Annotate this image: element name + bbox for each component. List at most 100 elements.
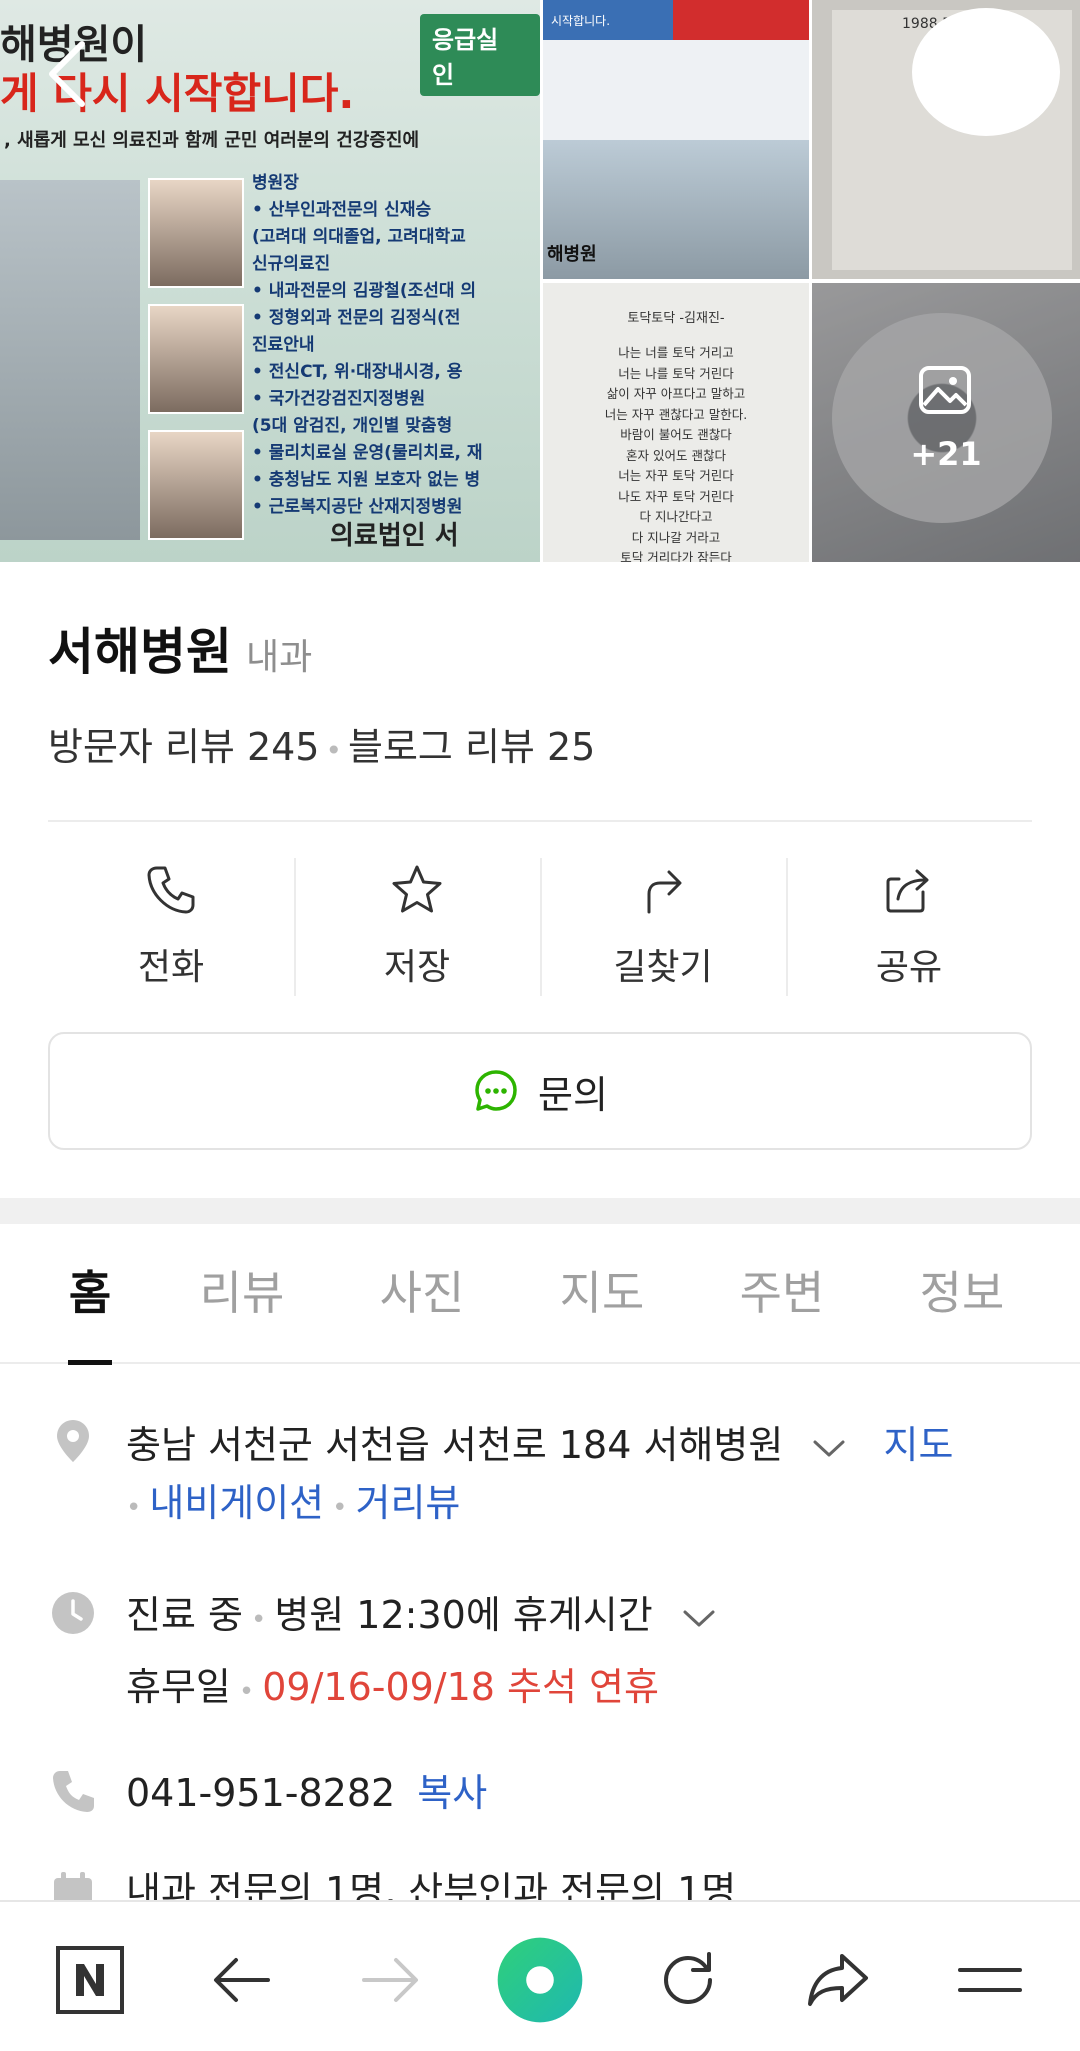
separator-dot: • bbox=[126, 1493, 142, 1523]
separator-dot: • bbox=[325, 734, 343, 767]
streetview-link[interactable]: 거리뷰 bbox=[356, 1481, 461, 1525]
closed-days-row: 휴무일 • 09/16-09/18 추석 연휴 bbox=[126, 1656, 659, 1711]
directions-button[interactable]: 길찾기 bbox=[540, 858, 786, 998]
browser-bottom-bar bbox=[0, 1900, 1080, 2051]
photo-gallery: 해병원이 게 다시 시작합니다. , 새롭게 모신 의료진과 함께 군민 여러분… bbox=[0, 0, 1080, 562]
inquiry-button[interactable]: 문의 bbox=[48, 1032, 1032, 1150]
phone-row: 041-951-8282 복사 bbox=[126, 1762, 487, 1817]
gallery-photo-4[interactable]: 토닥토닥 -김재진- 나는 너를 토닥 거리고 너는 나를 토닥 거린다 삶이 … bbox=[543, 283, 809, 562]
open-status: 진료 중 bbox=[126, 1593, 243, 1637]
poster-line: (고려대 의대졸업, 고려대학교 bbox=[252, 227, 466, 247]
inquiry-label: 문의 bbox=[538, 1072, 608, 1117]
place-title-row: 서해병원 내과 bbox=[48, 612, 312, 684]
tab-map[interactable]: 지도 bbox=[512, 1223, 692, 1363]
chat-bubble-icon bbox=[475, 1070, 517, 1111]
separator-dot: • bbox=[238, 1677, 255, 1707]
poster-subline: , 새롭게 모신 의료진과 함께 군민 여러분의 건강증진에 bbox=[4, 130, 420, 151]
phone-icon bbox=[53, 1771, 94, 1812]
directions-label: 길찾기 bbox=[613, 947, 713, 988]
tab-nearby[interactable]: 주변 bbox=[692, 1223, 872, 1363]
call-label: 전화 bbox=[137, 947, 205, 988]
browser-back-button[interactable] bbox=[192, 1930, 292, 2030]
photo2-banner-text: 시작합니다. bbox=[551, 14, 611, 28]
naver-home-button[interactable] bbox=[40, 1930, 140, 2030]
hours-row[interactable]: 진료 중 • 병원 12:30에 휴게시간 bbox=[126, 1584, 717, 1639]
action-buttons: 전화 저장 길찾기 공유 bbox=[48, 858, 1032, 998]
review-summary: 방문자 리뷰 245 • 블로그 리뷰 25 bbox=[48, 716, 595, 771]
image-icon bbox=[919, 366, 971, 414]
refresh-icon bbox=[663, 1952, 712, 2005]
arrow-left-icon bbox=[214, 1958, 270, 2002]
map-link[interactable]: 지도 bbox=[884, 1423, 954, 1467]
section-separator bbox=[0, 1198, 1080, 1224]
share-arrow-icon bbox=[808, 1954, 868, 2006]
gallery-more-photos[interactable]: +21 bbox=[812, 283, 1080, 562]
blog-reviews-link[interactable]: 블로그 리뷰 25 bbox=[348, 725, 595, 769]
poster-line: • 전신CT, 위·대장내시경, 용 bbox=[252, 362, 463, 382]
menu-button[interactable] bbox=[940, 1930, 1040, 2030]
poem-text: 나는 너를 토닥 거리고 너는 나를 토닥 거린다 삶이 자꾸 아프다고 말하고… bbox=[604, 345, 748, 562]
share-icon bbox=[886, 869, 929, 913]
naver-logo-icon bbox=[56, 1946, 124, 2014]
back-arrow-icon[interactable] bbox=[40, 36, 100, 112]
chevron-down-icon[interactable] bbox=[681, 1604, 717, 1632]
closed-dates: 09/16-09/18 추석 연휴 bbox=[262, 1665, 659, 1709]
save-label: 저장 bbox=[383, 947, 451, 988]
poster-line: • 산부인과전문의 신재승 bbox=[252, 200, 432, 220]
address-row: 충남 서천군 서천읍 서천로 184 서해병원 지도 bbox=[126, 1414, 953, 1469]
separator-dot: • bbox=[332, 1493, 348, 1523]
call-button[interactable]: 전화 bbox=[48, 858, 294, 998]
poster-doctor-photo bbox=[148, 430, 244, 540]
share-button[interactable]: 공유 bbox=[786, 858, 1032, 998]
place-name: 서해병원 bbox=[48, 623, 232, 681]
poster-text-lines: 병원장 • 산부인과전문의 신재승 (고려대 의대졸업, 고려대학교 신규의료진… bbox=[252, 170, 483, 521]
tab-bar: 홈 리뷰 사진 지도 주변 정보 bbox=[0, 1223, 1080, 1365]
star-icon bbox=[392, 865, 442, 913]
phone-number[interactable]: 041-951-8282 bbox=[126, 1771, 395, 1815]
hamburger-menu-icon bbox=[958, 1968, 1022, 1992]
hours-note: 병원 12:30에 휴게시간 bbox=[274, 1593, 653, 1637]
tab-home[interactable]: 홈 bbox=[28, 1223, 152, 1365]
poster-badge: 응급실 인 bbox=[420, 14, 540, 96]
poster-building-image bbox=[0, 180, 140, 540]
tab-photos[interactable]: 사진 bbox=[332, 1223, 512, 1363]
gallery-photo-2[interactable]: 시작합니다. 해병원 bbox=[543, 0, 809, 279]
green-dot-icon bbox=[497, 1937, 583, 2023]
gallery-photo-3[interactable]: 1988.5 bbox=[812, 0, 1080, 279]
address-links-row: • 내비게이션 • 거리뷰 bbox=[126, 1472, 460, 1527]
clock-icon bbox=[52, 1592, 94, 1634]
visitor-reviews-link[interactable]: 방문자 리뷰 245 bbox=[48, 725, 320, 769]
save-button[interactable]: 저장 bbox=[294, 858, 540, 998]
browser-share-button[interactable] bbox=[788, 1930, 888, 2030]
poster-line: (5대 암검진, 개인별 맞춤형 bbox=[252, 416, 453, 436]
poster-line: 진료안내 bbox=[252, 335, 315, 355]
directions-icon bbox=[647, 870, 682, 914]
address-text: 충남 서천군 서천읍 서천로 184 서해병원 bbox=[126, 1423, 784, 1467]
poem-title: 토닥토닥 -김재진- bbox=[627, 311, 725, 326]
share-label: 공유 bbox=[875, 947, 943, 988]
divider bbox=[48, 820, 1032, 822]
tab-info[interactable]: 정보 bbox=[872, 1223, 1052, 1363]
photo3-blur-circle bbox=[912, 8, 1060, 136]
more-photos-count: +21 bbox=[910, 435, 982, 473]
photo2-red-banner bbox=[673, 0, 809, 40]
closed-label: 휴무일 bbox=[126, 1665, 231, 1709]
refresh-button[interactable] bbox=[638, 1930, 738, 2030]
arrow-right-icon bbox=[362, 1958, 418, 2002]
copy-phone-link[interactable]: 복사 bbox=[417, 1771, 487, 1815]
poster-line: • 국가건강검진지정병원 bbox=[252, 389, 426, 409]
place-category: 내과 bbox=[246, 637, 313, 678]
browser-forward-button[interactable] bbox=[340, 1930, 440, 2030]
poster-line: • 정형외과 전문의 김정식(전 bbox=[252, 308, 461, 328]
location-pin-icon bbox=[57, 1420, 89, 1462]
navigation-link[interactable]: 내비게이션 bbox=[149, 1481, 324, 1525]
phone-icon bbox=[147, 866, 195, 914]
green-dot-button[interactable] bbox=[490, 1930, 590, 2030]
poster-line: • 물리치료실 운영(물리치료, 재 bbox=[252, 443, 483, 463]
poster-line: • 충청남도 지원 보호자 없는 병 bbox=[252, 470, 481, 490]
poster-doctor-photo bbox=[148, 178, 244, 288]
poster-footer: 의료법인 서 bbox=[330, 521, 459, 551]
tab-reviews[interactable]: 리뷰 bbox=[152, 1223, 332, 1363]
separator-dot: • bbox=[250, 1605, 267, 1635]
chevron-down-icon[interactable] bbox=[811, 1434, 847, 1462]
